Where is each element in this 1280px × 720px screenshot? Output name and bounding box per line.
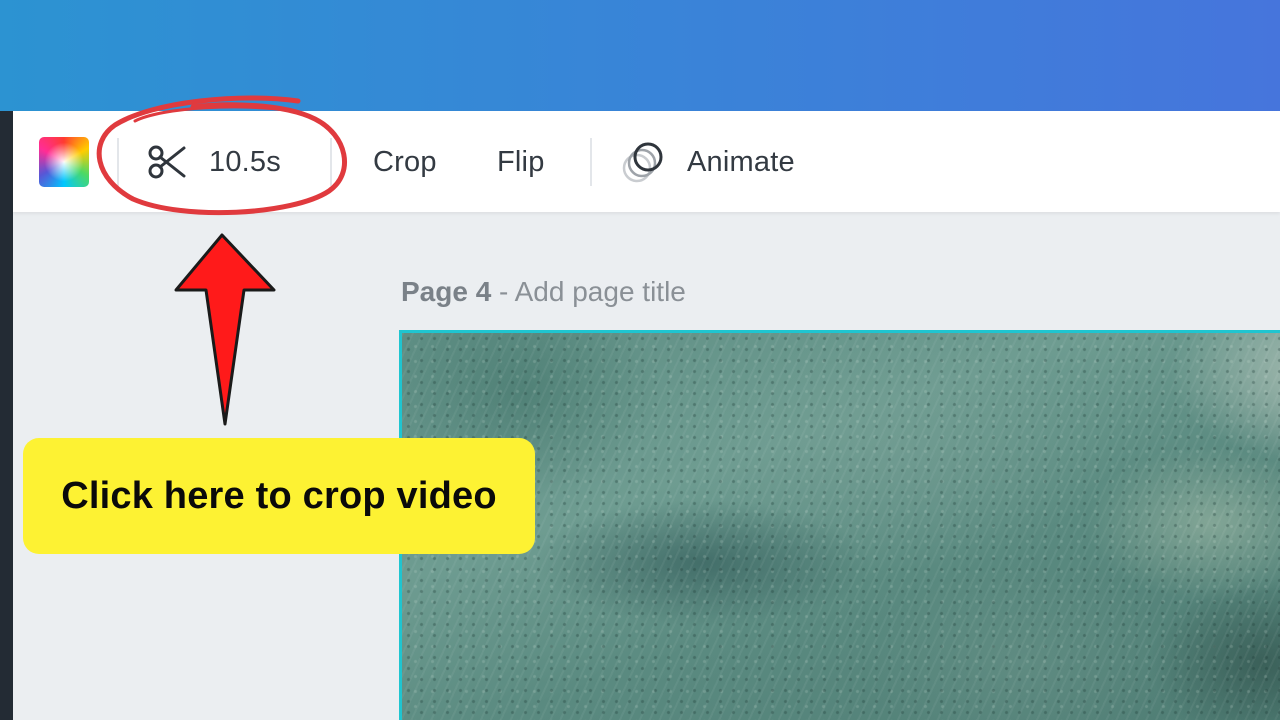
instruction-callout: Click here to crop video xyxy=(23,438,535,554)
color-picker-swatch[interactable] xyxy=(39,137,89,187)
crop-button-label: Crop xyxy=(373,145,437,178)
trim-duration-label: 10.5s xyxy=(209,145,281,178)
animate-button-label: Animate xyxy=(687,145,795,178)
trim-video-button[interactable]: 10.5s xyxy=(147,137,281,187)
animate-button[interactable]: Animate xyxy=(621,137,795,187)
crop-button[interactable]: Crop xyxy=(373,137,437,187)
toolbar-divider xyxy=(330,138,332,186)
page-title-separator: - xyxy=(491,276,515,307)
page-number: Page 4 xyxy=(401,276,492,307)
callout-text: Click here to crop video xyxy=(61,474,497,517)
scissors-icon xyxy=(147,142,187,182)
flip-button[interactable]: Flip xyxy=(497,137,545,187)
toolbar-divider xyxy=(117,138,119,186)
page-title-label[interactable]: Page 4 - Add page title xyxy=(401,276,686,308)
flip-button-label: Flip xyxy=(497,145,545,178)
context-toolbar: 10.5s Crop Flip Animate xyxy=(13,111,1280,212)
animate-circles-icon xyxy=(621,140,667,184)
side-panel-rail xyxy=(0,111,13,720)
red-arrow-annotation xyxy=(174,233,276,426)
page-title-placeholder[interactable]: Add page title xyxy=(515,276,686,307)
toolbar-divider xyxy=(590,138,592,186)
editor-header-bar xyxy=(0,0,1280,111)
